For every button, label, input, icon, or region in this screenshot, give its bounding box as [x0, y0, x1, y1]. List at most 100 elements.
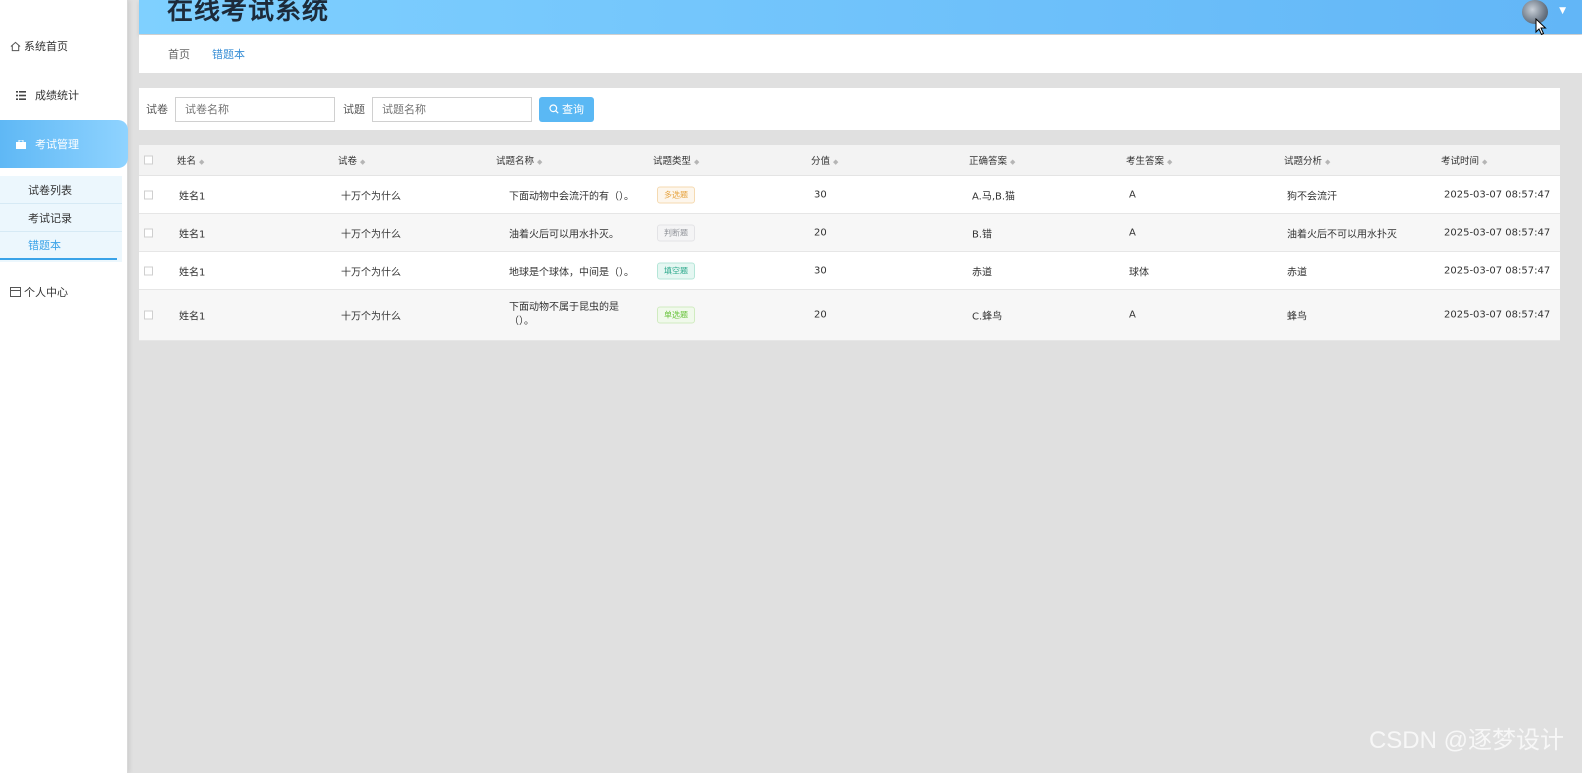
chevron-down-icon[interactable]: ▼ — [1559, 6, 1566, 16]
sort-icon: ◆ — [1167, 158, 1173, 166]
cell-time: 2025-03-07 08:57:47 — [1444, 227, 1551, 238]
sidebar-item-home[interactable]: 系统首页 — [0, 26, 128, 66]
cell-score: 30 — [814, 189, 827, 200]
cell-answer: 球体 — [1129, 267, 1149, 278]
type-badge: 判断题 — [657, 224, 695, 241]
sidebar-item-exam-management[interactable]: 考试管理 — [0, 120, 128, 168]
breadcrumb: 首页 错题本 — [139, 35, 1582, 73]
wrong-questions-table: 姓名 ◆ 试卷 ◆ 试题名称 ◆ 试题类型 ◆ 分值 ◆ 正确答案 ◆ 考生答案 ◆ 试题分析… — [139, 145, 1560, 341]
column-header[interactable]: 试题分析 ◆ — [1284, 153, 1330, 167]
briefcase-icon — [15, 138, 27, 150]
cell-paper: 十万个为什么 — [341, 229, 401, 240]
table-row[interactable]: 姓名1 十万个为什么 下面动物中会流汗的有（）。 多选题 30 A.马,B.猫 … — [139, 176, 1560, 214]
table-row[interactable]: 姓名1 十万个为什么 地球是个球体，中间是（）。 填空题 30 赤道 球体 赤道… — [139, 252, 1560, 290]
sort-icon: ◆ — [199, 158, 205, 166]
sidebar: 系统首页 成绩统计 考试管理 试卷列表 考试记录 错题本 个人中心 — [0, 0, 128, 773]
sort-icon: ◆ — [1325, 158, 1331, 166]
submenu-label: 考试记录 — [28, 211, 72, 225]
breadcrumb-current[interactable]: 错题本 — [212, 46, 245, 62]
cell-correct: 赤道 — [972, 267, 992, 278]
column-header[interactable]: 考生答案 ◆ — [1126, 153, 1172, 167]
search-icon — [549, 104, 559, 114]
cell-correct: B.错 — [972, 229, 993, 240]
paper-label: 试卷 — [146, 103, 168, 116]
search-button-label: 查询 — [562, 104, 584, 116]
cell-score: 20 — [814, 227, 827, 238]
table-row[interactable]: 姓名1 十万个为什么 油着火后可以用水扑灭。 判断题 20 B.错 A 油着火后… — [139, 214, 1560, 252]
cell-correct: A.马,B.猫 — [972, 191, 1016, 202]
column-header[interactable]: 分值 ◆ — [811, 153, 838, 167]
type-badge: 单选题 — [657, 306, 695, 324]
sort-icon: ◆ — [833, 158, 839, 166]
search-bar: 试卷 试题 查询 — [139, 88, 1560, 130]
submenu-label: 错题本 — [28, 239, 61, 252]
card-icon — [9, 286, 21, 298]
cell-name: 姓名1 — [179, 267, 206, 278]
submenu-label: 试卷列表 — [28, 183, 72, 197]
mouse-cursor-icon — [1535, 18, 1547, 36]
watermark: CSDN @逐梦设计 — [1368, 727, 1564, 754]
row-checkbox[interactable] — [144, 228, 153, 237]
select-all-checkbox[interactable] — [144, 155, 153, 165]
cell-analysis: 狗不会流汗 — [1287, 191, 1337, 202]
row-checkbox[interactable] — [144, 266, 153, 275]
sidebar-item-profile[interactable]: 个人中心 — [0, 272, 128, 312]
sidebar-item-label: 成绩统计 — [35, 89, 79, 102]
submenu-item-paper-list[interactable]: 试卷列表 — [0, 176, 122, 204]
column-header[interactable]: 姓名 ◆ — [177, 153, 204, 167]
cell-time: 2025-03-07 08:57:47 — [1444, 189, 1551, 200]
cell-name: 姓名1 — [179, 229, 206, 240]
cell-name: 姓名1 — [179, 191, 206, 202]
column-header[interactable]: 试题类型 ◆ — [653, 153, 699, 167]
cell-time: 2025-03-07 08:57:47 — [1444, 265, 1551, 276]
cell-question: 油着火后可以用水扑灭。 — [509, 229, 619, 240]
cell-question: 地球是个球体，中间是（）。 — [509, 267, 634, 278]
sort-icon: ◆ — [537, 158, 543, 166]
cell-analysis: 赤道 — [1287, 267, 1307, 278]
cell-correct: C.蜂鸟 — [972, 311, 1003, 323]
sidebar-item-label: 个人中心 — [24, 286, 68, 299]
breadcrumb-home[interactable]: 首页 — [168, 46, 190, 62]
sort-icon: ◆ — [1482, 158, 1488, 166]
cell-score: 20 — [814, 309, 827, 321]
question-label: 试题 — [343, 103, 365, 116]
cell-answer: A — [1129, 309, 1136, 321]
type-badge: 填空题 — [657, 262, 695, 279]
cell-answer: A — [1129, 227, 1136, 238]
table-header: 姓名 ◆ 试卷 ◆ 试题名称 ◆ 试题类型 ◆ 分值 ◆ 正确答案 ◆ 考生答案 ◆ 试题分析… — [139, 145, 1560, 176]
cell-answer: A — [1129, 189, 1136, 200]
cell-name: 姓名1 — [179, 311, 206, 323]
cell-type: 判断题 — [657, 224, 695, 241]
search-button[interactable]: 查询 — [539, 96, 594, 122]
table-row[interactable]: 姓名1 十万个为什么 下面动物不属于昆虫的是（）。 单选题 20 C.蜂鸟 A … — [139, 290, 1560, 341]
submenu-item-exam-records[interactable]: 考试记录 — [0, 204, 122, 232]
cell-paper: 十万个为什么 — [341, 267, 401, 278]
cell-question: 下面动物不属于昆虫的是（）。 — [509, 302, 619, 327]
row-checkbox[interactable] — [144, 190, 153, 199]
list-icon — [15, 89, 27, 101]
cell-analysis: 蜂鸟 — [1287, 311, 1307, 323]
row-checkbox[interactable] — [144, 310, 153, 320]
sidebar-item-label: 考试管理 — [35, 138, 79, 151]
column-header[interactable]: 正确答案 ◆ — [969, 153, 1015, 167]
cell-analysis: 油着火后不可以用水扑灭 — [1287, 229, 1397, 240]
cell-score: 30 — [814, 265, 827, 276]
cell-paper: 十万个为什么 — [341, 191, 401, 202]
exam-submenu: 试卷列表 考试记录 错题本 — [0, 176, 122, 262]
app-title: 在线考试系统 — [167, 0, 330, 26]
column-header[interactable]: 试卷 ◆ — [338, 153, 365, 167]
sort-icon: ◆ — [694, 158, 700, 166]
paper-search-input[interactable] — [175, 96, 335, 122]
column-header[interactable]: 试题名称 ◆ — [496, 153, 542, 167]
cell-question: 下面动物中会流汗的有（）。 — [509, 191, 634, 202]
question-search-input[interactable] — [372, 96, 532, 122]
cell-type: 单选题 — [657, 306, 695, 324]
submenu-item-wrong-book[interactable]: 错题本 — [0, 232, 117, 260]
cell-type: 填空题 — [657, 262, 695, 279]
column-header[interactable]: 考试时间 ◆ — [1441, 153, 1487, 167]
type-badge: 多选题 — [657, 186, 695, 203]
top-header: 在线考试系统 ▼ — [139, 0, 1582, 34]
sidebar-item-stats[interactable]: 成绩统计 — [0, 75, 128, 115]
sort-icon: ◆ — [1010, 158, 1016, 166]
sort-icon: ◆ — [360, 158, 366, 166]
